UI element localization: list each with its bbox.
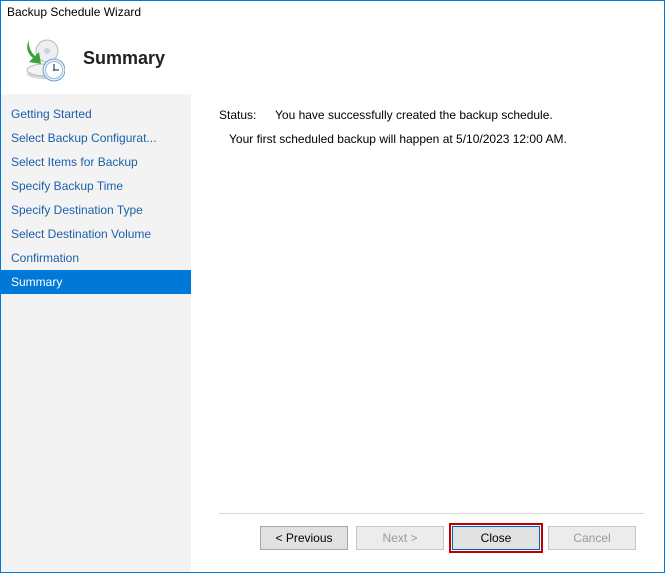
wizard-body: Getting Started Select Backup Configurat… (1, 93, 664, 572)
cancel-button: Cancel (548, 526, 636, 550)
step-select-backup-configuration[interactable]: Select Backup Configurat... (1, 126, 191, 150)
step-confirmation[interactable]: Confirmation (1, 246, 191, 270)
page-title: Summary (83, 48, 165, 69)
step-specify-backup-time[interactable]: Specify Backup Time (1, 174, 191, 198)
step-select-destination-volume[interactable]: Select Destination Volume (1, 222, 191, 246)
backup-schedule-icon (17, 34, 65, 82)
wizard-window: Backup Schedule Wizard Summary Getting S… (0, 0, 665, 573)
step-specify-destination-type[interactable]: Specify Destination Type (1, 198, 191, 222)
titlebar: Backup Schedule Wizard (1, 1, 664, 23)
wizard-buttons: < Previous Next > Close Cancel (219, 526, 644, 562)
window-title: Backup Schedule Wizard (7, 5, 141, 19)
step-select-items-for-backup[interactable]: Select Items for Backup (1, 150, 191, 174)
wizard-header: Summary (1, 23, 664, 93)
step-getting-started[interactable]: Getting Started (1, 102, 191, 126)
wizard-content: Status: You have successfully created th… (191, 94, 664, 572)
button-separator (219, 513, 644, 514)
close-button[interactable]: Close (452, 526, 540, 550)
wizard-steps-sidebar: Getting Started Select Backup Configurat… (1, 94, 191, 572)
status-label: Status: (219, 108, 263, 122)
next-button: Next > (356, 526, 444, 550)
step-summary[interactable]: Summary (1, 270, 191, 294)
content-spacer (219, 146, 644, 513)
status-value: You have successfully created the backup… (275, 108, 553, 122)
schedule-message: Your first scheduled backup will happen … (219, 132, 644, 146)
status-row: Status: You have successfully created th… (219, 108, 644, 122)
previous-button[interactable]: < Previous (260, 526, 348, 550)
